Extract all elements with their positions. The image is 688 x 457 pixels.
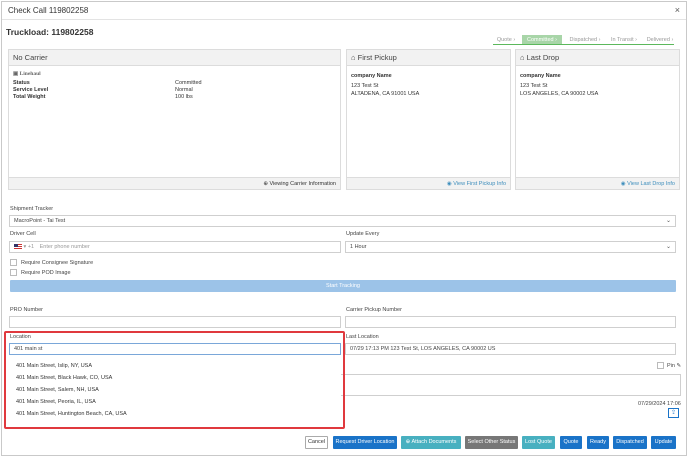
view-first-pickup-link[interactable]: ◉ View First Pickup Info — [447, 181, 506, 187]
last-drop-footer: ◉ View Last Drop Info — [516, 177, 679, 189]
last-drop-line1: 123 Test St — [520, 83, 548, 89]
eye-icon: ◉ — [446, 181, 452, 187]
require-pod-checkbox[interactable] — [10, 269, 17, 276]
last-drop-company: company Name — [520, 73, 561, 79]
carrier-panel: No Carrier ▣ Linehaul Status Committed S… — [8, 49, 341, 190]
close-icon[interactable]: × — [675, 5, 680, 15]
quote-button[interactable]: Quote — [560, 436, 582, 449]
last-location-label: Last Location — [346, 334, 379, 340]
plus-circle-icon: ⊕ — [263, 181, 268, 187]
require-consignee-label: Require Consignee Signature — [21, 260, 94, 266]
service-level-label: Service Level — [13, 87, 49, 93]
date-value: 07/29/2024 17:06 — [638, 401, 681, 407]
last-location-input[interactable]: 07/29 17:13 PM 123 Test St, LOS ANGELES,… — [345, 343, 676, 355]
truckload-title: Truckload: 119802258 — [6, 27, 94, 37]
carrier-info-link[interactable]: ⊕ Viewing Carrier Information — [263, 181, 336, 187]
dispatched-button[interactable]: Dispatched — [613, 436, 647, 449]
carrier-pickup-input[interactable] — [345, 316, 676, 328]
pro-number-input[interactable] — [9, 316, 341, 328]
service-level-value: Normal — [175, 87, 193, 93]
upload-icon[interactable]: ⇪ — [668, 408, 679, 418]
attach-documents-button[interactable]: ⊕ Attach Documents — [401, 436, 461, 449]
total-weight-label: Total Weight — [13, 94, 46, 100]
highlight-annotation — [4, 331, 345, 429]
chevron-down-icon: ⌄ — [665, 218, 671, 224]
select-other-status-button[interactable]: Select Other Status — [465, 436, 518, 449]
us-flag-icon[interactable] — [14, 244, 22, 250]
start-tracking-button[interactable]: Start Tracking — [10, 280, 676, 292]
driver-cell-input[interactable]: ▾ +1 Enter phone number — [9, 241, 341, 253]
carrier-panel-title: No Carrier — [9, 50, 340, 66]
first-pickup-line2: ALTADENA, CA 91001 USA — [351, 91, 420, 97]
chevron-down-icon: ⌄ — [665, 244, 671, 250]
chevron-down-icon: ▾ — [23, 244, 27, 250]
pin-label: Pin ✎ — [667, 363, 682, 369]
carrier-status-value: Committed — [175, 80, 202, 86]
first-pickup-panel: ⌂ First Pickup company Name 123 Test St … — [346, 49, 511, 190]
require-pod-label: Require POD Image — [21, 270, 71, 276]
modal-title: Check Call 119802258 — [8, 6, 89, 15]
shipment-tracker-select[interactable]: MacroPoint - Tai Test ⌄ — [9, 215, 676, 227]
first-pickup-title: ⌂ First Pickup — [347, 50, 510, 66]
modal-header: Check Call 119802258 × — [2, 2, 686, 20]
home-icon: ⌂ — [520, 53, 525, 62]
plus-circle-icon: ⊕ — [405, 439, 411, 445]
first-pickup-footer: ◉ View First Pickup Info — [347, 177, 510, 189]
ready-button[interactable]: Ready — [587, 436, 609, 449]
request-driver-location-button[interactable]: Request Driver Location — [333, 436, 397, 449]
last-drop-line2: LOS ANGELES, CA 90002 USA — [520, 91, 599, 97]
truck-icon: ▣ — [13, 71, 19, 77]
first-pickup-line1: 123 Test St — [351, 83, 379, 89]
shipment-tracker-label: Shipment Tracker — [10, 206, 54, 212]
lost-quote-button[interactable]: Lost Quote — [522, 436, 555, 449]
home-icon: ⌂ — [351, 53, 356, 62]
last-drop-title: ⌂ Last Drop — [516, 50, 679, 66]
carrier-status-label: Status — [13, 80, 30, 86]
update-every-select[interactable]: 1 Hour ⌄ — [345, 241, 676, 253]
require-consignee-checkbox[interactable] — [10, 259, 17, 266]
phone-placeholder: Enter phone number — [39, 244, 90, 250]
pro-number-label: PRO Number — [10, 307, 44, 313]
view-last-drop-link[interactable]: ◉ View Last Drop Info — [621, 181, 675, 187]
first-pickup-company: company Name — [351, 73, 392, 79]
carrier-pickup-label: Carrier Pickup Number — [346, 307, 402, 313]
country-code: +1 — [27, 244, 35, 250]
pin-icon: ✎ — [676, 363, 682, 369]
cancel-button[interactable]: Cancel — [305, 436, 328, 449]
total-weight-value: 100 lbs — [175, 94, 193, 100]
status-underline — [493, 44, 674, 45]
pin-checkbox[interactable] — [657, 362, 664, 369]
eye-icon: ◉ — [620, 181, 626, 187]
linehaul-logo: ▣ Linehaul — [13, 71, 41, 77]
last-drop-panel: ⌂ Last Drop company Name 123 Test St LOS… — [515, 49, 680, 190]
driver-cell-label: Driver Cell — [10, 231, 36, 237]
carrier-panel-footer: ⊕ Viewing Carrier Information — [9, 177, 340, 189]
update-every-label: Update Every — [346, 231, 380, 237]
update-button[interactable]: Update — [651, 436, 676, 449]
